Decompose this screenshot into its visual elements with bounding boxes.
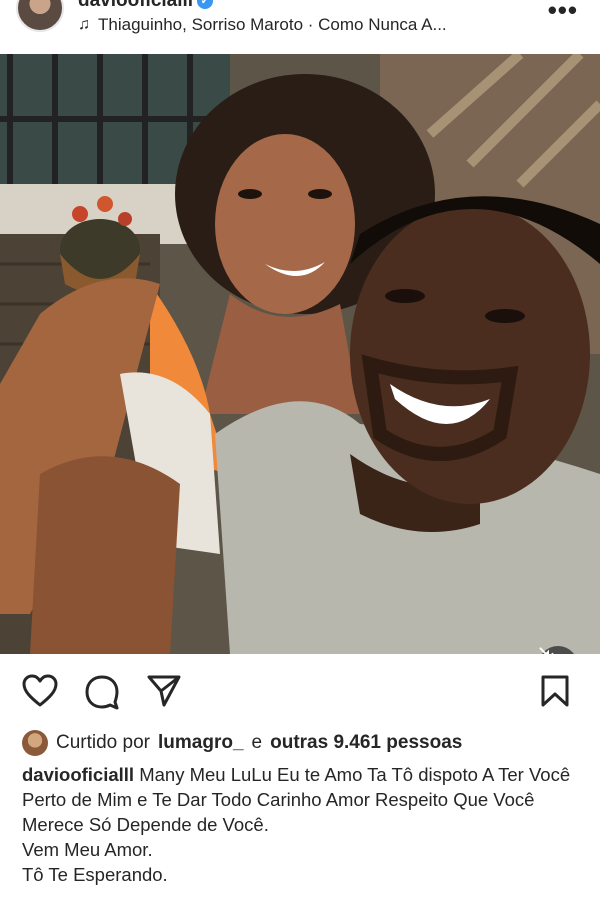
likes-count[interactable]: outras 9.461 pessoas: [270, 732, 462, 754]
bookmark-icon[interactable]: [540, 674, 570, 708]
likes-connector: e: [251, 732, 263, 753]
heart-icon[interactable]: [22, 674, 58, 708]
likes-summary[interactable]: Curtido por lumagro_ e outras 9.461 pess…: [22, 730, 462, 756]
post-header: daviooficialll ✓ ♫ Thiaguinho, Sorriso M…: [0, 0, 600, 54]
post-caption: daviooficialll Many Meu LuLu Eu te Amo T…: [22, 762, 582, 887]
liker-avatar[interactable]: [22, 730, 48, 756]
music-label[interactable]: Thiaguinho, Sorriso Maroto · Como Nunca …: [98, 15, 447, 35]
caption-line-2: Vem Meu Amor.: [22, 839, 153, 860]
speaker-muted-icon: [539, 647, 554, 654]
caption-line-3: Tô Te Esperando.: [22, 864, 168, 885]
profile-avatar[interactable]: [16, 0, 64, 32]
action-bar: [0, 654, 600, 726]
verified-badge-icon: ✓: [197, 0, 214, 9]
share-icon[interactable]: [146, 674, 182, 708]
caption-line-1: daviooficialll Many Meu LuLu Eu te Amo T…: [22, 762, 582, 837]
comment-icon[interactable]: [84, 674, 120, 710]
username[interactable]: daviooficialll: [78, 0, 193, 12]
more-options-icon[interactable]: •••: [548, 0, 578, 23]
liker-username[interactable]: lumagro_: [158, 732, 244, 754]
post-photo[interactable]: [0, 54, 600, 654]
username-row[interactable]: daviooficialll ✓: [78, 0, 214, 12]
music-row[interactable]: ♫ Thiaguinho, Sorriso Maroto · Como Nunc…: [78, 15, 447, 35]
caption-author[interactable]: daviooficialll: [22, 764, 134, 785]
likes-prefix: Curtido por: [56, 732, 150, 753]
music-note-icon: ♫: [78, 16, 90, 33]
photo-illustration: [0, 54, 600, 654]
